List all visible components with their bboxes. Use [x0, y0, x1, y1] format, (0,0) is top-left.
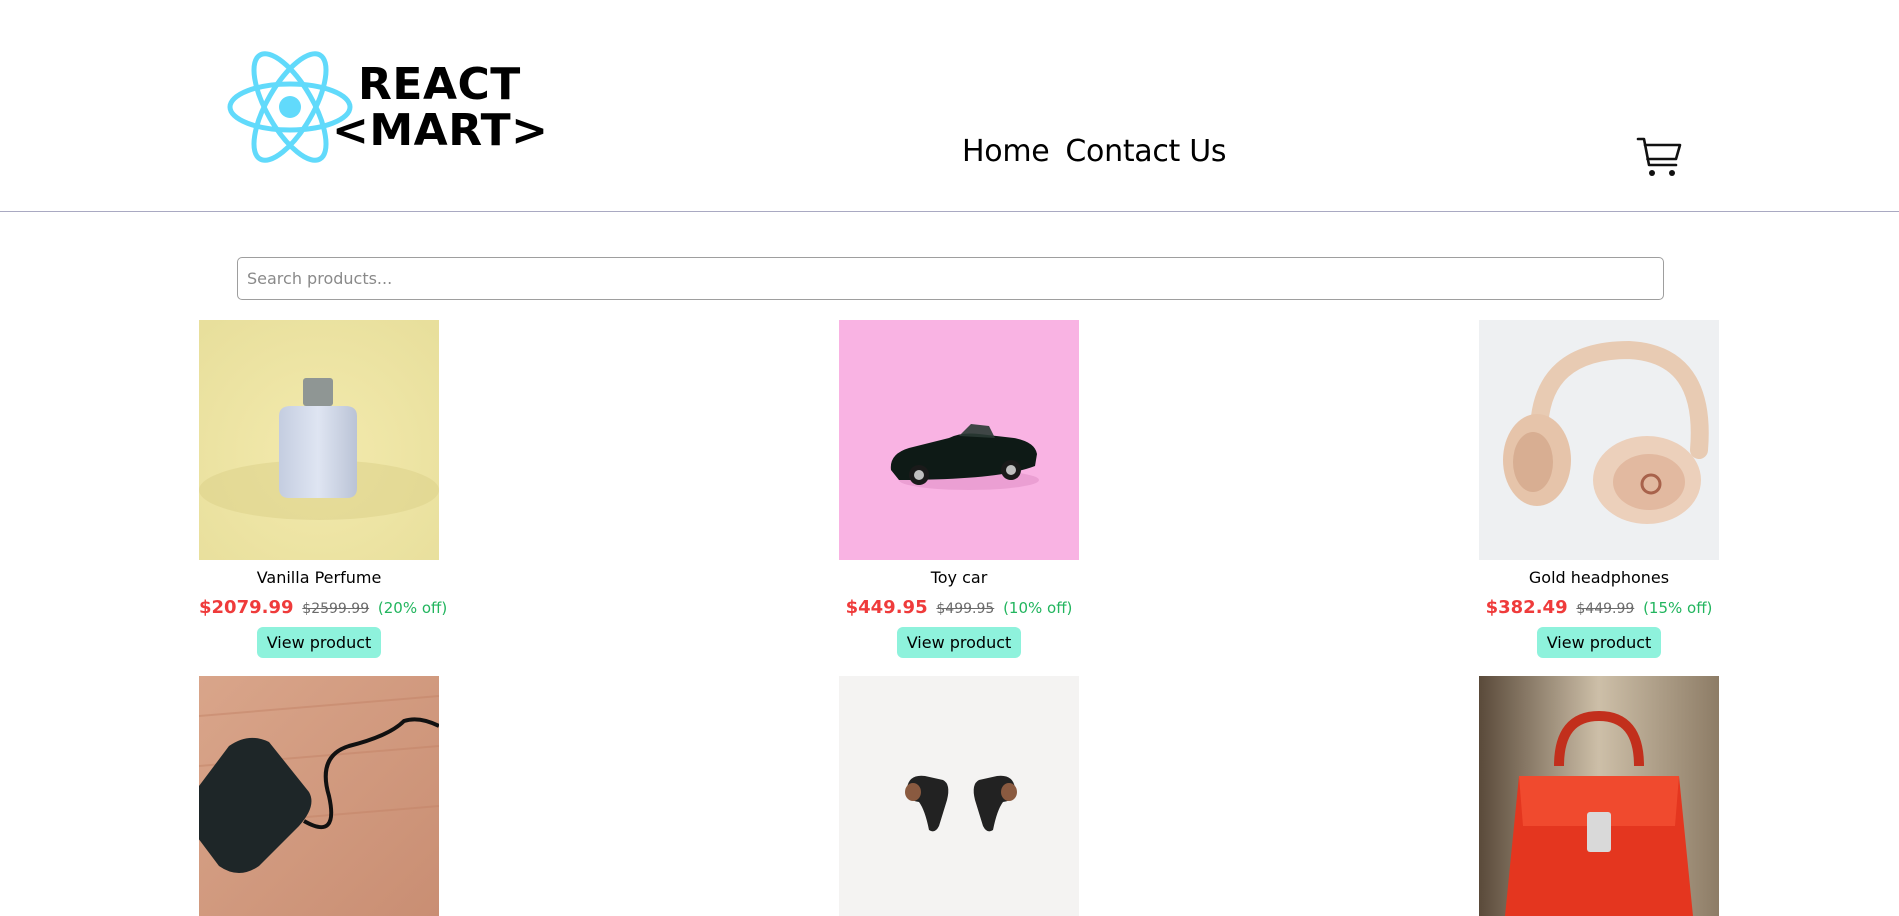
cart-button[interactable] [1636, 133, 1684, 181]
product-original-price: $2599.99 [302, 601, 370, 617]
perfume-image[interactable] [199, 320, 439, 560]
toy-car-image[interactable] [839, 320, 1079, 560]
product-discount: (10% off) [1003, 599, 1073, 617]
product-original-price: $499.95 [936, 601, 995, 617]
product-prices: $449.95 $499.95 (10% off) [839, 598, 1079, 619]
brand-name-line1: REACT [358, 59, 521, 110]
product-card: Vanilla Perfume $2079.99 $2599.99 (20% o… [199, 320, 447, 658]
product-card: Gold headphones $382.49 $449.99 (15% off… [1479, 320, 1719, 658]
view-product-button[interactable]: View product [896, 627, 1022, 658]
product-card: Toy car $449.95 $499.95 (10% off) View p… [839, 320, 1079, 658]
product-card [1479, 676, 1719, 916]
view-product-button[interactable]: View product [256, 627, 382, 658]
red-handbag-image[interactable] [1479, 676, 1719, 916]
product-prices: $2079.99 $2599.99 (20% off) [199, 597, 447, 619]
main-nav: Home Contact Us [962, 134, 1227, 169]
earbuds-image[interactable] [839, 676, 1079, 916]
product-original-price: $449.99 [1576, 601, 1635, 617]
product-discount: (15% off) [1643, 599, 1713, 617]
search-bar [237, 257, 1664, 300]
nav-link-home[interactable]: Home [962, 134, 1050, 169]
product-price: $2079.99 [199, 597, 294, 618]
view-product-button[interactable]: View product [1536, 627, 1662, 658]
product-card [199, 676, 439, 916]
brand-name: REACT <MART> [332, 62, 549, 154]
product-card [839, 676, 1079, 916]
product-price: $449.95 [845, 597, 928, 618]
power-bank-image[interactable] [199, 676, 439, 916]
product-name: Vanilla Perfume [256, 568, 382, 587]
brand-logo[interactable]: REACT <MART> [227, 48, 548, 168]
product-discount: (20% off) [377, 599, 448, 617]
product-prices: $382.49 $449.99 (15% off) [1479, 598, 1719, 619]
headphones-image[interactable] [1479, 320, 1719, 560]
nav-link-contact-us[interactable]: Contact Us [1065, 134, 1226, 169]
product-name: Gold headphones [1528, 568, 1670, 587]
site-header: REACT <MART> Home Contact Us [0, 0, 1899, 212]
search-input[interactable] [237, 257, 1664, 300]
cart-icon [1636, 137, 1682, 176]
product-price: $382.49 [1485, 597, 1568, 618]
brand-name-line2: <MART> [332, 105, 549, 156]
product-name: Toy car [930, 568, 988, 587]
